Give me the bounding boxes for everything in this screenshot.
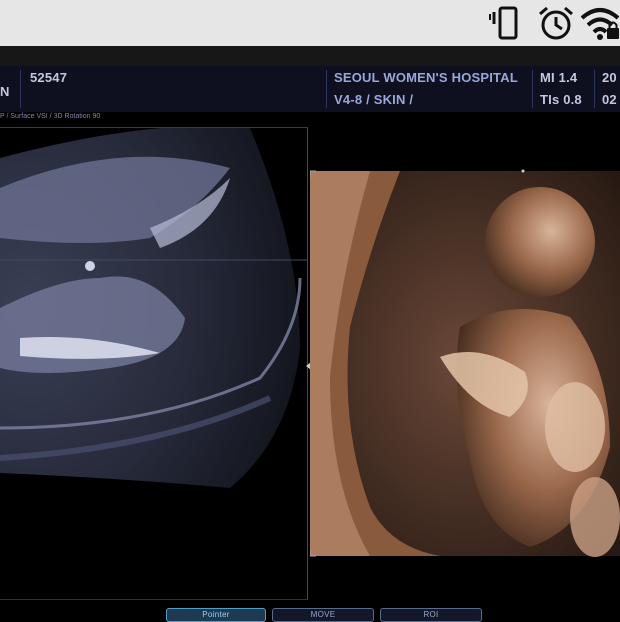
header-divider [594,70,595,108]
wifi-locked-icon [580,4,620,47]
date-top: 20 [602,70,617,85]
hospital-name: SEOUL WOMEN'S HOSPITAL [334,70,518,85]
render-3d-panel[interactable] [310,127,620,600]
vibrate-icon [488,4,528,47]
ultrasound-header: N 52547 SEOUL WOMEN'S HOSPITAL V4-8 / SK… [0,66,620,112]
sonogram-2d-image [0,128,307,599]
probe-preset: V4-8 / SKIN / [334,92,414,107]
mechanical-index: MI 1.4 [540,70,578,85]
app-top-gap [0,46,620,66]
date-bottom: 02 [602,92,617,107]
patient-id: 52547 [30,70,68,85]
acquisition-info-text: P / Surface VSI / 3D Rotation 90 [0,113,101,120]
status-bar [0,0,620,46]
render-3d-image [310,127,620,600]
header-left-label: N [0,84,10,99]
header-divider [20,70,21,108]
header-divider [326,70,327,108]
alarm-clock-icon [536,4,576,47]
acquisition-info: P / Surface VSI / 3D Rotation 90 [0,112,620,124]
thermal-index: TIs 0.8 [540,92,582,107]
header-divider [532,70,533,108]
sonogram-2d-panel[interactable] [0,127,308,600]
